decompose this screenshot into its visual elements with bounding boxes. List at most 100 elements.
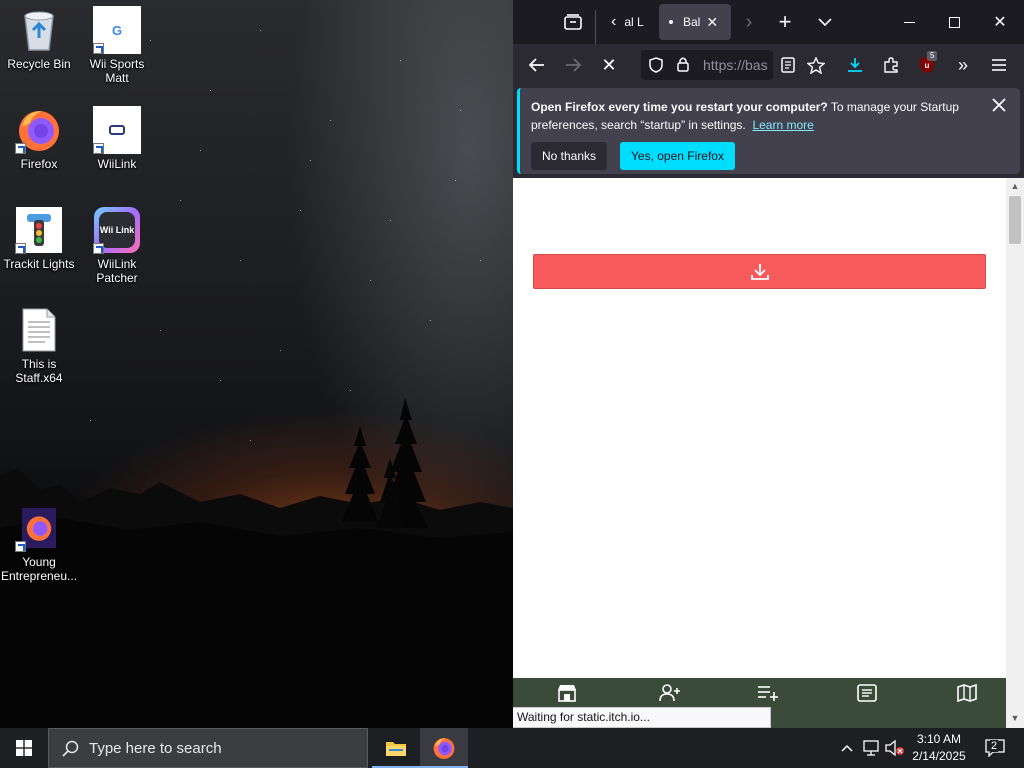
desktop-icon-wii-sports-matt[interactable]: G Wii Sports Matt (78, 6, 156, 85)
tab-bar: ‹ al L Bal ✕ › + ✕ (513, 0, 1024, 44)
no-thanks-button[interactable]: No thanks (531, 142, 608, 170)
extensions-button[interactable] (879, 53, 903, 77)
lock-icon[interactable] (677, 56, 689, 75)
add-user-icon[interactable] (659, 684, 681, 704)
desktop-icon-wiilink[interactable]: WiiLink (78, 106, 156, 171)
clock-time: 3:10 AM (916, 732, 962, 746)
yes-open-firefox-button[interactable]: Yes, open Firefox (620, 142, 735, 170)
url-bar[interactable]: https://bas (641, 50, 773, 80)
download-button[interactable] (533, 254, 986, 289)
plus-icon: + (778, 9, 792, 34)
page-content (513, 178, 1006, 678)
tab-previous[interactable]: ‹ al L (611, 4, 651, 40)
stop-loading-button[interactable]: ✕ (597, 53, 621, 77)
scroll-down-arrow-icon[interactable]: ▼ (1006, 710, 1024, 726)
desktop-icon-label: Recycle Bin (7, 57, 71, 71)
close-icon: ✕ (993, 14, 1007, 31)
start-button[interactable] (0, 728, 48, 768)
page-scrollbar[interactable]: ▲ ▼ (1006, 178, 1024, 728)
store-icon[interactable] (557, 684, 579, 704)
learn-more-link[interactable]: Learn more (752, 118, 813, 132)
article-icon[interactable] (857, 684, 879, 704)
nav-bar: ✕ https://bas u 5 » (513, 44, 1024, 86)
desktop-icon-label: WiiLink (97, 157, 137, 171)
stop-icon: ✕ (601, 54, 617, 75)
notification-text: Open Firefox every time you restart your… (531, 98, 980, 134)
hamburger-menu-icon (992, 59, 1006, 71)
search-icon (62, 740, 80, 762)
reader-view-button[interactable] (777, 54, 799, 76)
startup-notification: Open Firefox every time you restart your… (517, 88, 1020, 174)
back-button[interactable] (525, 53, 549, 77)
svg-text:u: u (925, 61, 930, 70)
firefox-icon (433, 738, 455, 759)
app-menu-button[interactable] (987, 53, 1011, 77)
desktop-icon-label: This is Staff.x64 (15, 357, 63, 385)
forward-button[interactable] (561, 53, 585, 77)
wiilink-logo-text: Wii Link (99, 212, 135, 248)
chevron-left-icon: ‹ (611, 13, 617, 30)
close-window-button[interactable]: ✕ (977, 8, 1023, 36)
show-hidden-icons-button[interactable] (836, 728, 858, 768)
chevron-right-icon: › (745, 10, 753, 33)
shortcut-arrow-icon (93, 143, 104, 154)
volume-tray-button[interactable] (884, 728, 906, 768)
map-icon[interactable] (957, 683, 979, 704)
tab-label: al L (624, 15, 644, 29)
playlist-add-icon[interactable] (757, 684, 779, 704)
firefox-icon (15, 106, 63, 154)
shortcut-arrow-icon (15, 541, 26, 552)
list-all-tabs-button[interactable] (811, 10, 839, 34)
minimize-icon (903, 21, 915, 23)
firefox-view-icon (564, 14, 582, 30)
desktop-icon-recycle-bin[interactable]: Recycle Bin (0, 6, 78, 71)
minimize-button[interactable] (887, 8, 931, 36)
notification-close-button[interactable] (992, 98, 1010, 116)
tab-active[interactable]: Bal ✕ (659, 4, 731, 40)
desktop-icon-firefox[interactable]: Firefox (0, 106, 78, 171)
tab-scroll-right-button[interactable]: › (737, 10, 761, 34)
scroll-thumb[interactable] (1009, 196, 1021, 244)
file-explorer-taskbar-button[interactable] (372, 728, 420, 768)
puzzle-icon (884, 57, 898, 73)
firefox-window: ‹ al L Bal ✕ › + ✕ ✕ https://bas u 5 » O… (513, 0, 1024, 728)
ublock-origin-button[interactable]: u 5 (915, 51, 939, 77)
new-tab-button[interactable]: + (771, 9, 799, 34)
desktop-icon-young-entrepreneur[interactable]: Young Entrepreneu... (0, 504, 78, 583)
network-tray-button[interactable] (860, 728, 882, 768)
download-icon (750, 263, 769, 280)
desktop-icon-label: WiiLink Patcher (96, 257, 138, 285)
clock-date: 2/14/2025 (912, 749, 966, 763)
wiilink-icon (93, 106, 141, 154)
desktop-icon-wiilink-patcher[interactable]: Wii Link WiiLink Patcher (78, 206, 156, 285)
windows-logo-icon (16, 740, 32, 756)
tracking-protection-shield-icon[interactable] (649, 57, 663, 76)
desktop-icon-this-is-staff[interactable]: This is Staff.x64 (0, 306, 78, 385)
shortcut-arrow-icon (15, 243, 26, 254)
maximize-button[interactable] (931, 8, 977, 36)
chevron-up-icon (841, 744, 853, 752)
firefox-view-button[interactable] (557, 10, 589, 34)
firefox-taskbar-button[interactable] (420, 728, 468, 768)
taskbar: Type here to search 3:10 AM 2/14/2025 2 (0, 728, 1024, 768)
tab-close-icon[interactable]: ✕ (706, 14, 718, 31)
downloads-button[interactable] (843, 53, 867, 77)
bookmark-button[interactable] (805, 54, 827, 76)
desktop-icon-trackit-lights[interactable]: Trackit Lights (0, 206, 78, 271)
notification-title: Open Firefox every time you restart your… (531, 100, 828, 114)
status-panel: Waiting for static.itch.io... (513, 707, 771, 728)
taskbar-clock[interactable]: 3:10 AM 2/14/2025 (904, 731, 974, 765)
notification-count-badge: 2 (990, 740, 999, 752)
more-tools-button[interactable]: » (951, 53, 975, 77)
text-file-icon (15, 306, 63, 354)
shortcut-arrow-icon (15, 143, 26, 154)
back-arrow-icon (529, 58, 544, 72)
action-center-button[interactable]: 2 (980, 728, 1010, 768)
volume-muted-icon (885, 740, 904, 756)
desktop-icon-label: Wii Sports Matt (89, 57, 145, 85)
desktop-icon-label: Firefox (20, 157, 58, 171)
traffic-light-icon (15, 206, 63, 254)
scroll-up-arrow-icon[interactable]: ▲ (1006, 178, 1024, 194)
taskbar-search-box[interactable]: Type here to search (48, 728, 368, 768)
desktop-icon-label: Young Entrepreneu... (0, 555, 78, 583)
